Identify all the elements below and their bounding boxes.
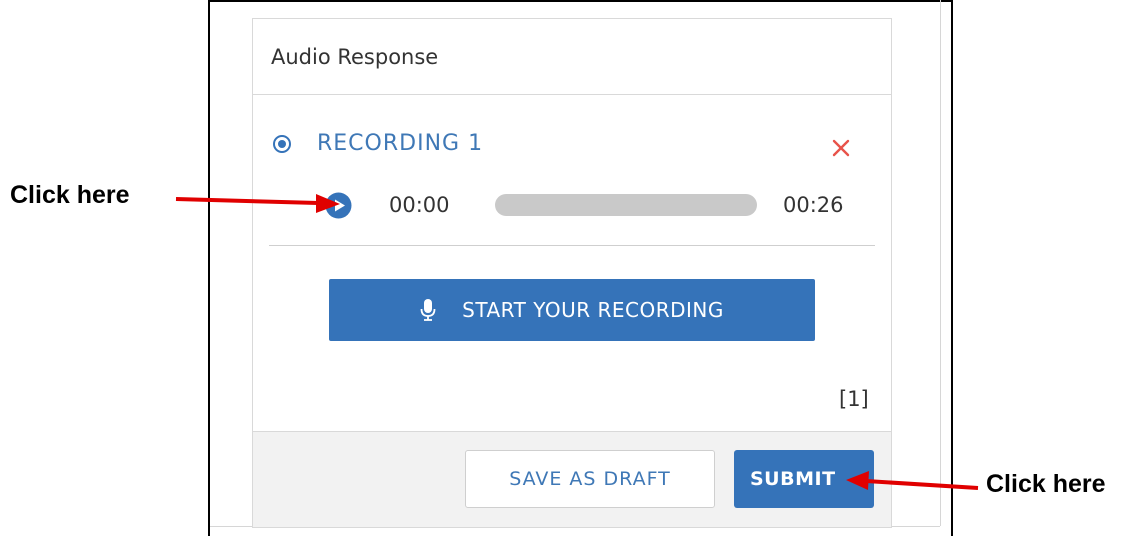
divider <box>269 245 875 246</box>
recording-count: [1] <box>839 387 869 411</box>
save-as-draft-button[interactable]: SAVE AS DRAFT <box>465 450 715 508</box>
panel-footer: SAVE AS DRAFT SUBMIT <box>253 431 891 527</box>
radio-dot <box>278 139 286 148</box>
start-recording-label: START YOUR RECORDING <box>462 298 724 322</box>
audio-progress-bar[interactable] <box>495 194 757 216</box>
close-icon[interactable] <box>830 137 852 159</box>
recording-label[interactable]: RECORDING 1 <box>317 131 483 156</box>
start-recording-button[interactable]: START YOUR RECORDING <box>329 279 815 341</box>
callout-left: Click here <box>10 181 130 209</box>
microphone-icon <box>420 299 436 321</box>
outer-border-right <box>940 0 941 526</box>
current-time: 00:00 <box>389 193 450 217</box>
recording-item[interactable]: RECORDING 1 <box>273 131 483 156</box>
audio-player: 00:00 00:26 <box>325 189 885 223</box>
play-icon[interactable] <box>325 192 352 219</box>
panel-header: Audio Response <box>253 19 891 95</box>
audio-response-panel: Audio Response RECORDING 1 00:00 00:26 S… <box>252 18 892 528</box>
radio-selected-icon[interactable] <box>273 134 291 153</box>
submit-button[interactable]: SUBMIT <box>734 450 874 508</box>
total-time: 00:26 <box>783 193 844 217</box>
panel-title: Audio Response <box>271 44 439 69</box>
callout-right: Click here <box>986 470 1106 498</box>
